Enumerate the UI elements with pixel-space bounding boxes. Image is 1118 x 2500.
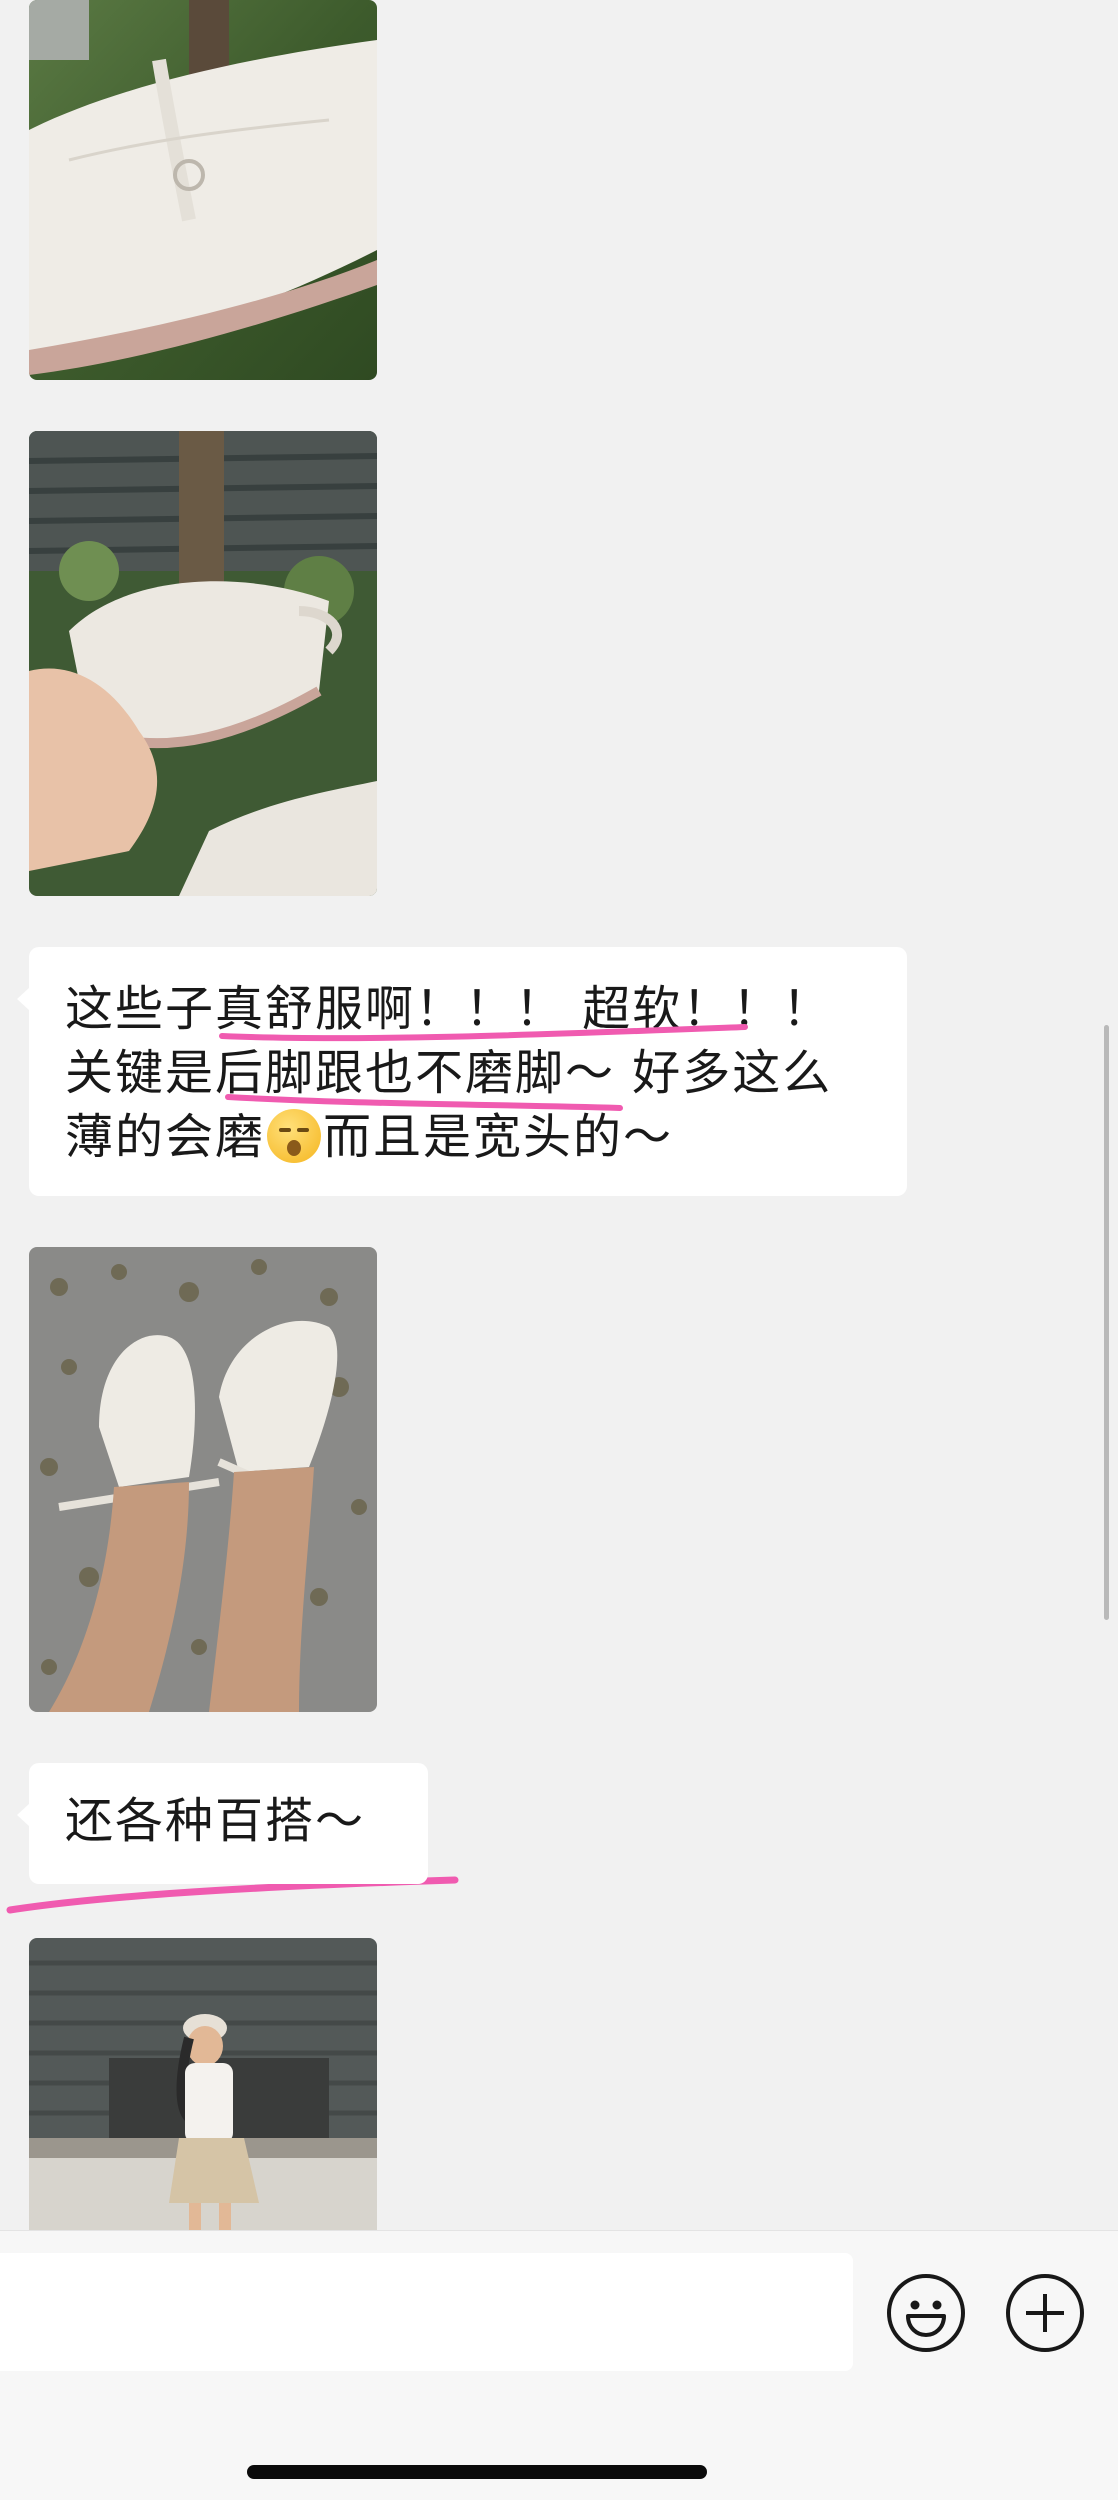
message-input[interactable] <box>0 2253 853 2371</box>
home-indicator[interactable] <box>247 2465 707 2479</box>
scrollbar[interactable] <box>1104 1025 1109 1620</box>
message-bubble-2[interactable]: 还各种百搭～ <box>17 1763 428 1884</box>
plus-circle-icon[interactable] <box>1006 2274 1084 2352</box>
message-text-2: 还各种百搭～ <box>65 1793 366 1849</box>
smiley-face-icon[interactable] <box>887 2274 965 2352</box>
outfit-full-body-photo[interactable] <box>29 1938 377 2230</box>
feet-wearing-shoes-photo[interactable] <box>29 1247 377 1712</box>
chat-input-bar <box>0 2230 1118 2500</box>
